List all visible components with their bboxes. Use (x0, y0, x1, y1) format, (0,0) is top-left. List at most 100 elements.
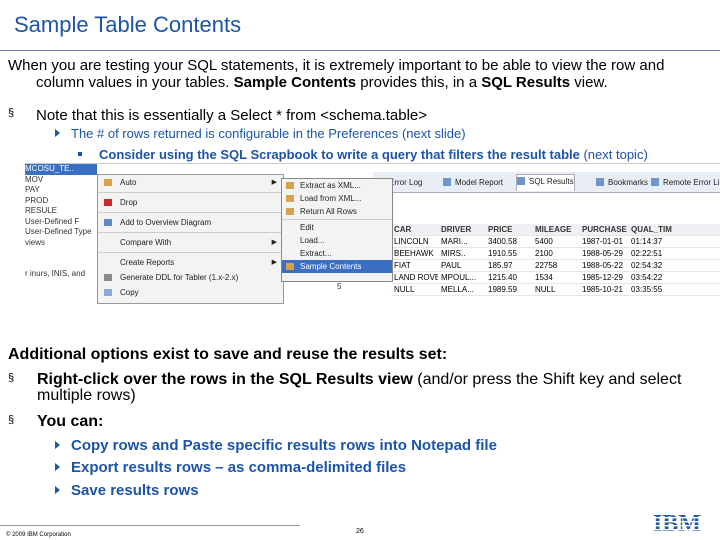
option-save-rows: Save results rows (55, 482, 199, 499)
table-row[interactable]: FIAT PAUL 185.97 22758 1988-05-22 02:54:32 (391, 260, 720, 272)
menu-item-compare[interactable]: Compare With ▶ (98, 235, 283, 250)
option-export-rows: Export results rows – as comma-delimited… (55, 459, 406, 476)
submenu-item-extract[interactable]: Extract... (282, 247, 392, 260)
menu-separator (98, 192, 283, 193)
arrow-bullet-icon (55, 441, 60, 449)
data-submenu: Extract as XML... Load from XML... Retur… (281, 178, 393, 282)
arrow-bullet-icon (55, 129, 60, 137)
submenu-item-extract-xml[interactable]: Extract as XML... (282, 179, 392, 192)
tree-item[interactable]: views (25, 238, 97, 249)
sub-bullet-rows: The # of rows returned is configurable i… (55, 126, 466, 141)
results-grid: CAR DRIVER PRICE MILEAGE PURCHASE QUAL_T… (391, 224, 720, 296)
sub-sub-bullet: Consider using the SQL Scrapbook to writ… (78, 147, 648, 162)
menu-separator (98, 212, 283, 213)
ibm-logo-text: IBM (653, 511, 701, 535)
copyright: © 2009 IBM Corporation (6, 532, 71, 538)
bookmark-icon (596, 178, 604, 186)
tree-item[interactable] (25, 259, 97, 270)
xml-icon (286, 182, 294, 189)
tab-remote-error[interactable]: Remote Error Li (651, 176, 719, 189)
tab-bookmarks[interactable]: Bookmarks (596, 176, 648, 189)
sample-contents-term: Sample Contents (233, 74, 357, 91)
row-index: 5 (337, 282, 342, 291)
submenu-arrow-icon: ▶ (271, 259, 277, 266)
column-header[interactable]: CAR (391, 224, 438, 235)
menu-item-overview[interactable]: Add to Overview Diagram (98, 215, 283, 230)
sql-results-icon (517, 177, 525, 185)
submenu-item-edit[interactable]: Edit (282, 221, 392, 234)
submenu-arrow-icon: ▶ (271, 179, 277, 186)
menu-item-generate-ddl[interactable]: Generate DDL for Tabler (1.x-2.x) (98, 270, 283, 285)
sql-results-term: SQL Results (481, 74, 571, 91)
right-click-bold: Right-click over the rows in the SQL Res… (37, 371, 413, 388)
option-copy-rows: Copy rows and Paste specific results row… (55, 437, 497, 454)
submenu-item-load[interactable]: Load... (282, 234, 392, 247)
folder-icon (104, 179, 112, 186)
tree-item[interactable]: PROD (25, 196, 97, 207)
tab-sql-results[interactable]: SQL Results (516, 174, 575, 191)
table-icon (286, 263, 294, 270)
tree-item[interactable]: MOV (25, 175, 97, 186)
arrow-bullet-icon (55, 486, 60, 494)
slide-title: Sample Table Contents (14, 12, 242, 37)
additional-options-heading: Additional options exist to save and reu… (8, 346, 448, 363)
menu-separator (282, 219, 392, 220)
sub-sub-normal: (next topic) (579, 147, 648, 162)
tree-item[interactable]: r inurs, INIS, and (25, 269, 97, 280)
intro-text-a: column values in your tables. (36, 74, 234, 91)
bullet-mark: § (8, 372, 15, 384)
sub-bullet-text: The # of rows returned is configurable i… (71, 126, 466, 141)
tree-item[interactable]: PAY (25, 185, 97, 196)
table-row[interactable]: NULL MELLA... 1989.59 NULL 1985-10-21 03:35:5… (391, 284, 720, 296)
data-source-tree: MCOSU_TE.. MOV PAY PROD RESULE User-Defi… (25, 164, 97, 304)
column-header[interactable]: QUAL_TIM (628, 224, 683, 235)
menu-item-reports[interactable]: Create Reports ▶ (98, 255, 283, 270)
menu-item-copy[interactable]: Copy (98, 285, 283, 300)
tree-item[interactable]: MCOSU_TE.. (25, 164, 97, 175)
menu-item-data[interactable]: Auto ▶ (98, 175, 283, 190)
rows-icon (286, 208, 294, 215)
column-header[interactable]: PURCHASE (579, 224, 628, 235)
intro-text-c: provides this, in a (356, 74, 482, 91)
intro-text-e: view. (570, 74, 608, 91)
intro-line-2: column values in your tables. Sample Con… (8, 74, 713, 91)
tree-item[interactable]: User-Defined Type (25, 227, 97, 238)
you-can-text: You can: (37, 413, 104, 430)
bullet-mark: § (8, 414, 15, 426)
bullet-text: Note that this is essentially a Select *… (36, 107, 428, 124)
ide-screenshot: MCOSU_TE.. MOV PAY PROD RESULE User-Defi… (25, 163, 720, 304)
footer-rule (0, 525, 300, 526)
sub-sub-bold: Consider using the SQL Scrapbook to writ… (99, 147, 580, 162)
column-header[interactable]: PRICE (485, 224, 532, 235)
submenu-arrow-icon: ▶ (271, 239, 277, 246)
xml-icon (286, 195, 294, 202)
table-row[interactable]: LINCOLN MARI... 3400.58 5400 1987-01-01 01:14… (391, 236, 720, 248)
tree-item[interactable]: User-Defined F (25, 217, 97, 228)
copy-icon (104, 289, 112, 296)
submenu-item-load-xml[interactable]: Load from XML... (282, 192, 392, 205)
menu-separator (98, 252, 283, 253)
intro-line-1: When you are testing your SQL statements… (8, 57, 665, 74)
arrow-bullet-icon (55, 463, 60, 471)
ibm-logo: IBM (638, 511, 716, 535)
context-menu: Auto ▶ Drop Add to Overview Diagram Compa… (97, 174, 284, 304)
remote-error-icon (651, 178, 659, 186)
grid-header-row: CAR DRIVER PRICE MILEAGE PURCHASE QUAL_T… (391, 224, 720, 236)
page-number: 26 (356, 528, 364, 535)
table-row[interactable]: BEEHAWK MIRS.. 1910.55 2100 1988-05-29 02:22:… (391, 248, 720, 260)
view-tabs: Error Log Model Report SQL Results Bookm… (373, 172, 720, 193)
tree-item[interactable] (25, 248, 97, 259)
tree-item[interactable]: RESULE (25, 206, 97, 217)
report-icon (443, 178, 451, 186)
bullet-mark: § (8, 107, 15, 119)
column-header[interactable]: MILEAGE (532, 224, 579, 235)
menu-item-drop[interactable]: Drop (98, 195, 283, 210)
drop-icon (104, 199, 112, 206)
column-header[interactable]: DRIVER (438, 224, 485, 235)
table-row[interactable]: LAND ROVERMPOUL...1215.4015341985-12-290… (391, 272, 720, 284)
tab-model-report[interactable]: Model Report (443, 176, 503, 189)
ddl-icon (104, 274, 112, 281)
submenu-item-return-all[interactable]: Return All Rows (282, 205, 392, 218)
intro-paragraph: When you are testing your SQL statements… (8, 57, 713, 91)
submenu-item-sample-contents[interactable]: Sample Contents (282, 260, 392, 273)
